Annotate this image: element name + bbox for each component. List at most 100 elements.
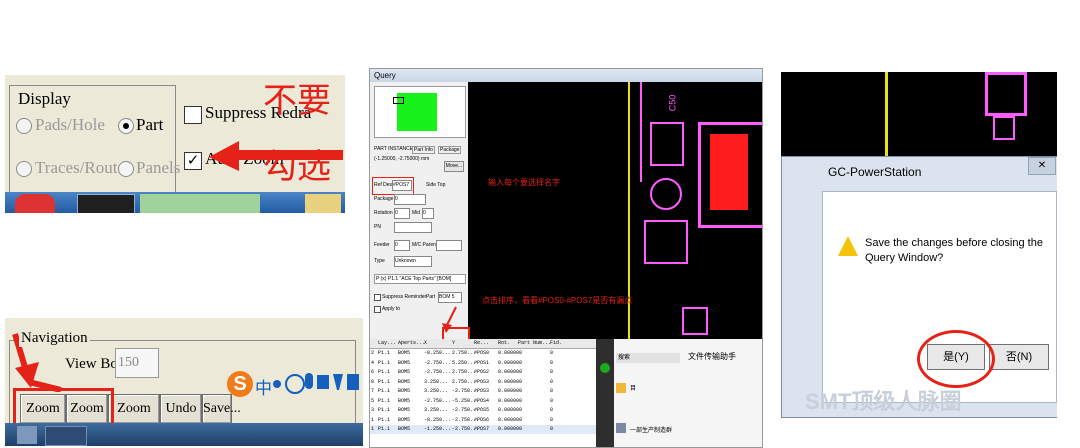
feeder-input[interactable]: 0 [394, 240, 410, 251]
tab-part-info[interactable]: Part Info [412, 146, 435, 154]
table-cell: 2.750... [452, 378, 477, 385]
taskbar-app-icon[interactable] [45, 426, 87, 446]
zoom-extents-button[interactable]: Zoom Extents [108, 394, 160, 444]
ime-tools-icon[interactable] [347, 374, 359, 390]
dialog-message: Save the changes before closing the Quer… [865, 237, 1043, 264]
table-cell: 3.250... [424, 378, 449, 385]
view-border-input[interactable]: 150 [115, 348, 159, 378]
mid-input[interactable]: 0 [422, 208, 434, 219]
ime-emoji-icon[interactable] [285, 374, 305, 394]
pads-hole-radio[interactable] [16, 118, 32, 134]
pcb-component [650, 122, 684, 166]
table-cell: BOM5 [398, 397, 411, 404]
table-cell: 1 [371, 416, 375, 423]
table-cell: 0 [550, 359, 554, 366]
table-cell: BOM5 [398, 416, 411, 423]
part-radio[interactable] [118, 118, 134, 134]
table-cell: 0.000000 [498, 407, 523, 413]
col-header[interactable]: Part Num... [518, 339, 551, 348]
rotation-input[interactable]: 0 [394, 208, 410, 219]
taskbar-app-icon[interactable] [140, 194, 260, 213]
table-cell: 0.000000 [498, 350, 523, 356]
chat-avatar[interactable] [616, 383, 626, 393]
taskbar [5, 192, 345, 213]
suppress-checkbox[interactable] [184, 106, 202, 124]
ime-punctuation-icon[interactable] [273, 380, 281, 388]
type-label: Type [374, 258, 385, 264]
table-cell: #POS3 [474, 388, 490, 394]
table-row[interactable]: 3 P1.1 BOM5 3.250... -2.750... #POS5 0.000000 0 [370, 406, 596, 415]
table-cell: 5 [371, 397, 375, 404]
taskbar-app-icon[interactable] [305, 194, 341, 213]
col-header[interactable]: Fid. [550, 339, 562, 348]
no-button[interactable]: 否(N) [989, 344, 1049, 370]
col-header[interactable]: Rot. [498, 339, 510, 348]
table-row[interactable]: 2 P1.1 BOM5 -8.250... 2.750... #POS0 0.000000 0 [370, 349, 596, 358]
chat-item[interactable]: 一部生产制造群 [630, 425, 672, 434]
suppress-reminder-checkbox[interactable] [374, 294, 381, 301]
table-cell: 3.250... [424, 407, 449, 413]
col-header[interactable]: Lay... [378, 339, 396, 348]
annotation-text-top: 不要 [263, 81, 331, 121]
table-cell: 2 [371, 350, 375, 356]
table-cell: P1.1 [378, 397, 391, 404]
part-input[interactable]: BOM 5 [438, 292, 462, 303]
taskbar-app-icon[interactable] [17, 426, 37, 444]
table-row[interactable]: 7 P1.1 BOM5 3.250... -2.750... #POS3 0.000000 0 [370, 387, 596, 396]
table-row[interactable]: 5 P1.1 BOM5 -2.750... -5.250... #POS4 0.000000… [370, 397, 596, 406]
ime-logo-icon[interactable]: S [227, 371, 253, 397]
chat-app-icon[interactable] [600, 363, 610, 373]
undo-sort-button[interactable]: Undo Sort [160, 394, 202, 444]
dialog-close-button[interactable]: ✕ [1028, 157, 1056, 175]
pcb-component [985, 72, 1027, 116]
save-button[interactable]: Save... [202, 394, 241, 424]
chat-search-input[interactable]: 搜索 [616, 353, 680, 363]
chat-item[interactable]: 目 [630, 383, 636, 392]
warning-icon [838, 236, 858, 256]
table-row[interactable]: 1 P1.1 BOM5 -8.250... -2.750... #POS6 0.000000… [370, 416, 596, 425]
col-header[interactable]: Re... [474, 339, 489, 348]
type-input[interactable]: Unknown [394, 256, 432, 267]
pcb-component [650, 178, 682, 210]
navigation-panel: Navigation View Border 150 Zoom Out Zoom… [5, 318, 363, 446]
chat-avatar[interactable] [616, 423, 626, 433]
navigation-legend: Navigation [19, 330, 90, 347]
table-cell: BOM5 [398, 426, 411, 432]
rotation-label: Rotation [374, 210, 393, 216]
col-header[interactable]: Aperts... [398, 339, 425, 348]
table-cell: #POS1 [474, 359, 490, 366]
pcb-canvas[interactable]: C50 [468, 82, 762, 352]
apply-to-checkbox[interactable] [374, 306, 381, 313]
table-cell: P1.1 [378, 416, 391, 423]
package-input[interactable]: 0 [394, 194, 426, 205]
table-cell: P1.1 [378, 369, 391, 375]
mfc-input[interactable] [436, 240, 462, 251]
table-cell: 3.250... [424, 388, 449, 394]
table-row[interactable]: 1 P1.1 BOM5 -1.250... -2.750... #POS7 0.000000… [370, 425, 596, 434]
taskbar-app-icon[interactable] [77, 194, 135, 213]
table-header: Lay... Aperts... X Y Re... Rot. Part Num… [370, 339, 596, 349]
tab-package[interactable]: Package [438, 146, 462, 154]
pn-input[interactable] [394, 222, 432, 233]
table-row[interactable]: 6 P1.1 BOM5 -2.750... 2.750... #POS2 0.000000 0 [370, 368, 596, 377]
col-header[interactable]: Y [452, 339, 455, 348]
table-cell: 0.000000 [498, 359, 523, 366]
table-row[interactable]: 8 P1.1 BOM5 3.250... 2.750... #POS3 0.000000 0 [370, 378, 596, 387]
ime-chinese-icon[interactable]: 中 [255, 374, 272, 399]
panels-radio[interactable] [118, 161, 134, 177]
annotation-note-name: 输入每个要选择名字 [488, 178, 560, 187]
table-cell: 1 [371, 426, 375, 432]
traces-rout-radio[interactable] [16, 161, 32, 177]
pcb-background [781, 72, 1057, 156]
table-cell: P1.1 [378, 350, 391, 356]
pn-label: PN [374, 224, 381, 230]
ime-mic-icon[interactable] [305, 373, 313, 389]
move-button[interactable]: Move... [444, 161, 464, 172]
table-cell: -8.250... [424, 416, 452, 423]
taskbar-app-icon[interactable] [15, 194, 55, 213]
ref-des-input[interactable]: #POS7 [392, 180, 412, 191]
table-row[interactable]: 4 P1.1 BOM5 -2.750... 5.250... #POS1 0.000000 0 [370, 359, 596, 368]
col-header[interactable]: X [424, 339, 427, 348]
ime-keyboard-icon[interactable] [317, 375, 329, 389]
part-ref-field[interactable]: P (x) P1.1 "ACE Top Parts" [BOM] [374, 274, 466, 284]
